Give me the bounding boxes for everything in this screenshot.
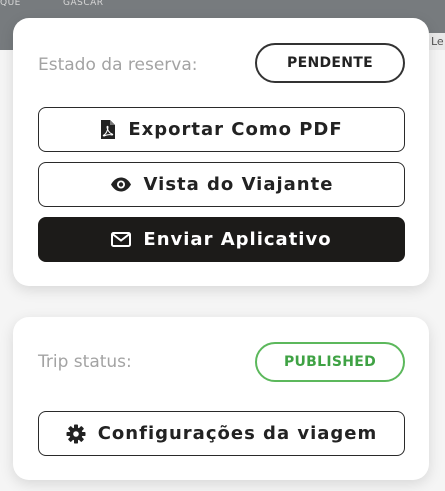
send-app-button[interactable]: Enviar Aplicativo: [38, 217, 405, 262]
export-pdf-label: Exportar Como PDF: [128, 119, 343, 140]
map-attribution[interactable]: Le: [429, 33, 445, 50]
send-app-label: Enviar Aplicativo: [143, 229, 332, 250]
eye-icon: [110, 177, 132, 192]
file-pdf-icon: [100, 120, 116, 139]
traveler-view-label: Vista do Viajante: [143, 174, 334, 195]
envelope-icon: [111, 232, 132, 247]
trip-status-label: Trip status:: [38, 352, 132, 372]
gear-icon: [66, 424, 86, 444]
map-label: GASCAR: [63, 0, 104, 8]
trip-settings-button[interactable]: Configurações da viagem: [38, 411, 405, 456]
traveler-view-button[interactable]: Vista do Viajante: [38, 162, 405, 207]
booking-status-label: Estado da reserva:: [38, 55, 198, 75]
trip-status-card: Trip status: PUBLISHED Configurações da …: [13, 317, 429, 480]
booking-status-card: Estado da reserva: PENDENTE Exportar Com…: [13, 18, 429, 286]
export-pdf-button[interactable]: Exportar Como PDF: [38, 107, 405, 152]
booking-status-badge: PENDENTE: [255, 43, 405, 83]
map-label: QUE: [0, 0, 21, 8]
booking-status-badge-text: PENDENTE: [287, 55, 373, 71]
trip-status-badge-text: PUBLISHED: [283, 354, 377, 370]
trip-settings-label: Configurações da viagem: [97, 423, 378, 444]
trip-status-badge: PUBLISHED: [255, 342, 405, 382]
